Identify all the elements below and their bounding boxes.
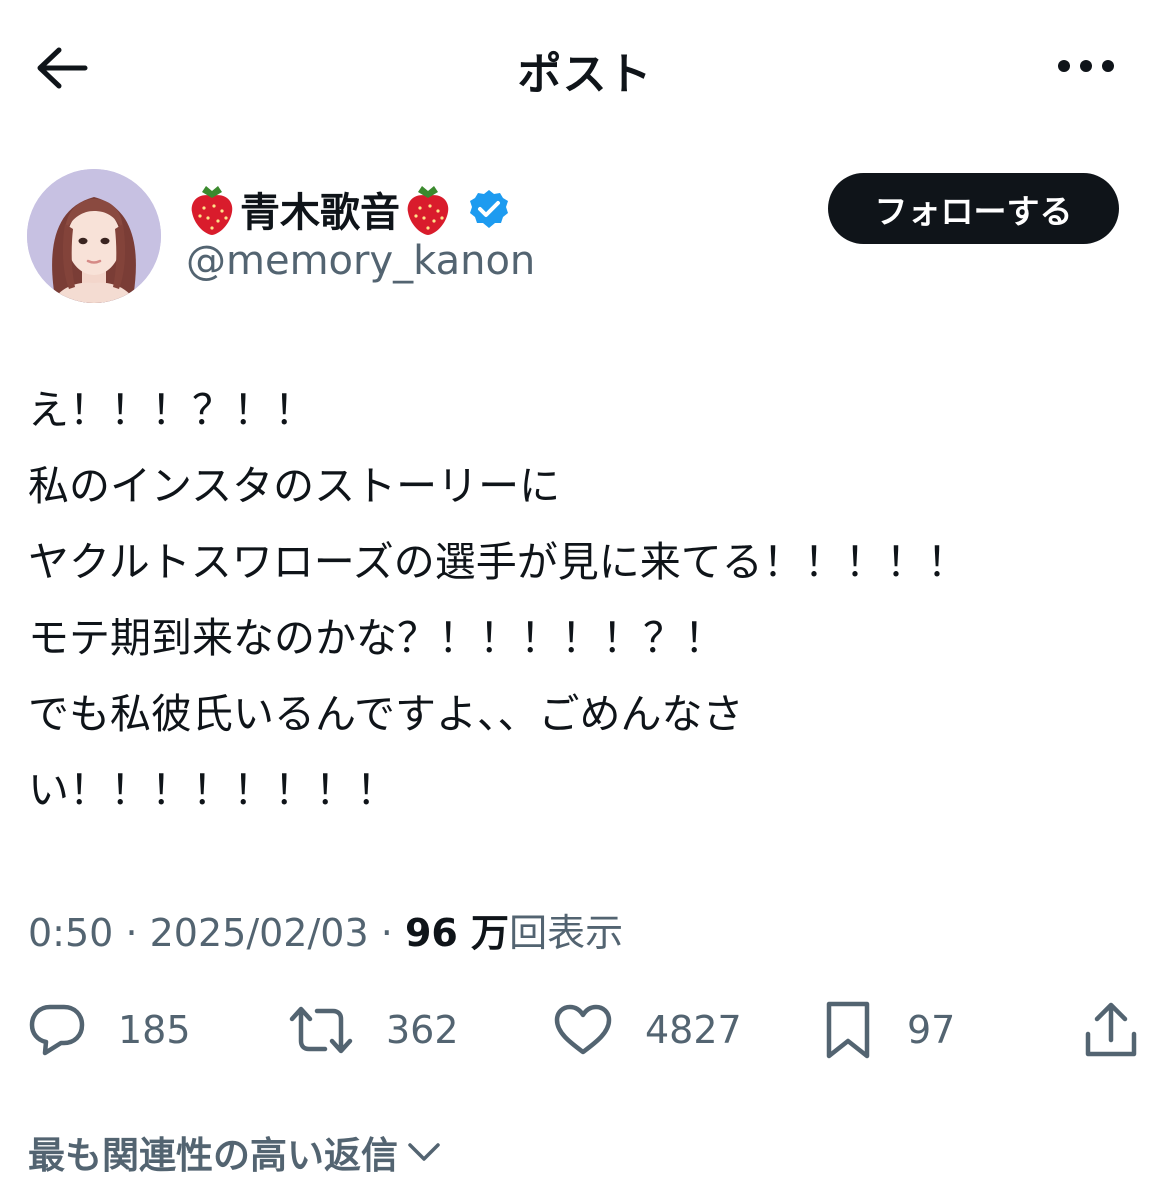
- replies-sort-label: 最も関連性の高い返信: [28, 1134, 398, 1177]
- avatar-photo: [27, 169, 161, 303]
- meta-separator: ·: [380, 911, 393, 955]
- author-name-row[interactable]: 青木歌音: [188, 178, 510, 240]
- reply-count: 185: [118, 1008, 191, 1052]
- more-options-button[interactable]: [1050, 40, 1122, 92]
- author-display-name: 青木歌音: [240, 190, 400, 236]
- avatar[interactable]: [27, 169, 161, 303]
- share-icon: [1085, 1002, 1137, 1057]
- post-text-line: 私のインスタのストーリーに: [28, 462, 561, 510]
- views-label: 回表示: [509, 911, 624, 955]
- post-text-line: モテ期到来なのかな？！！！！！？！: [28, 614, 725, 662]
- post-time[interactable]: 0:50: [28, 911, 113, 955]
- retweet-icon: [289, 1006, 353, 1054]
- bookmark-icon: [826, 1001, 870, 1059]
- meta-separator: ·: [125, 911, 138, 955]
- post-date[interactable]: 2025/02/03: [150, 911, 369, 955]
- post-text-line: ヤクルトスワローズの選手が見に来てる！！！！！: [28, 538, 968, 586]
- author-handle[interactable]: @memory_kanon: [186, 238, 535, 284]
- post-text-line: でも私彼氏いるんですよ、、ごめんなさ: [28, 690, 744, 738]
- verified-badge-icon: [470, 190, 508, 228]
- views-count: 96 万: [404, 911, 510, 955]
- reply-button[interactable]: 185: [28, 990, 191, 1070]
- post-text: え！！！？！！ 私のインスタのストーリーに ヤクルトスワローズの選手が見に来てる…: [28, 372, 1148, 828]
- strawberry-icon: [407, 186, 449, 235]
- bookmark-count: 97: [907, 1008, 956, 1052]
- like-count: 4827: [645, 1008, 742, 1052]
- page-title: ポスト: [517, 49, 653, 100]
- more-horizontal-icon: [1058, 60, 1114, 72]
- strawberry-icon: [191, 186, 233, 235]
- post-text-line: え！！！？！！: [28, 386, 315, 434]
- post-page: ポスト 青木歌音 @memory_kanon フォローする え！！！？！！ 私の…: [0, 0, 1170, 1197]
- action-bar: 185 362 4827 97: [0, 990, 1170, 1070]
- retweet-button[interactable]: 362: [288, 990, 459, 1070]
- post-text-line: い！！！！！！！！: [28, 766, 397, 814]
- share-button[interactable]: [1080, 990, 1142, 1070]
- heart-icon: [554, 1004, 612, 1055]
- follow-button[interactable]: フォローする: [828, 173, 1119, 244]
- replies-sort-dropdown[interactable]: 最も関連性の高い返信: [28, 1124, 442, 1180]
- top-bar: ポスト: [0, 0, 1170, 132]
- reply-icon: [29, 1004, 85, 1056]
- bookmark-button[interactable]: 97: [823, 990, 955, 1070]
- retweet-count: 362: [386, 1008, 459, 1052]
- chevron-down-icon: [408, 1143, 440, 1161]
- like-button[interactable]: 4827: [553, 990, 742, 1070]
- post-meta: 0:50 · 2025/02/03 · 96 万回表示: [28, 902, 623, 957]
